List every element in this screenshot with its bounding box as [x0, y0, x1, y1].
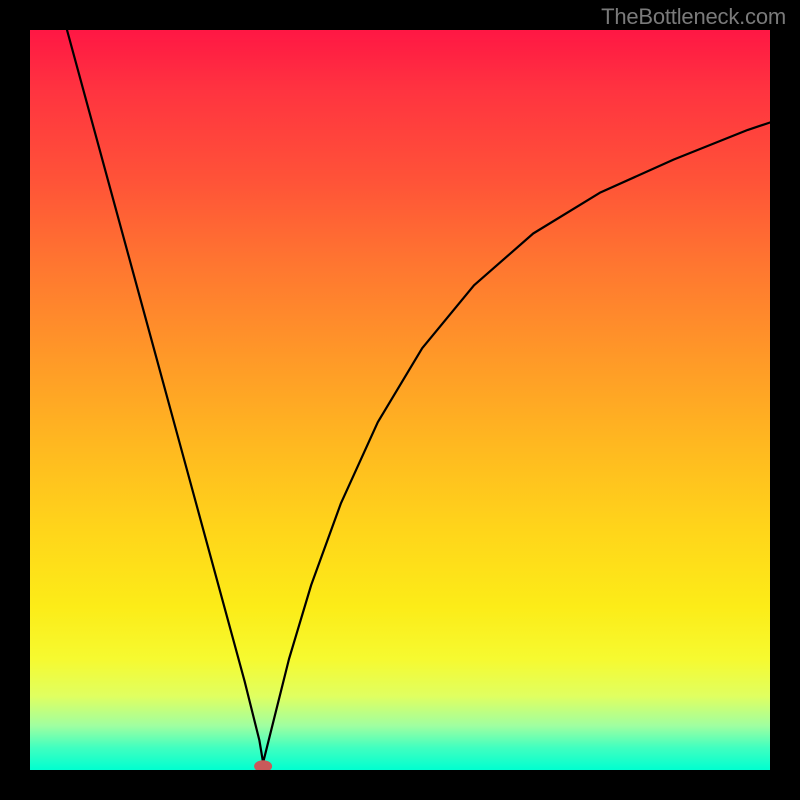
chart-svg: [30, 30, 770, 770]
min-marker: [254, 760, 272, 770]
watermark-text: TheBottleneck.com: [601, 4, 786, 30]
curve-path: [67, 30, 770, 763]
plot-area: [30, 30, 770, 770]
chart-frame: TheBottleneck.com: [0, 0, 800, 800]
